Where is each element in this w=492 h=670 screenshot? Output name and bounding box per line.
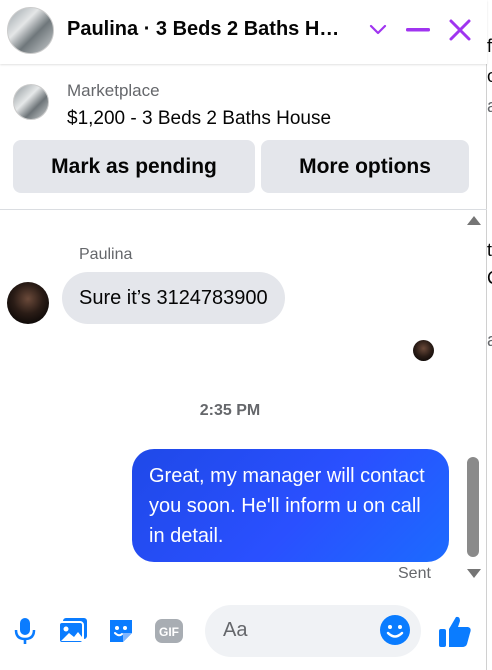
message-thread[interactable]: Paulina Sure it’s 3124783900 2:35 PM Gre… <box>0 211 462 591</box>
scrollbar-thumb[interactable] <box>467 457 479 557</box>
thumbs-up-icon[interactable] <box>436 613 474 651</box>
emoji-icon[interactable] <box>379 614 411 646</box>
photo-icon[interactable] <box>57 615 89 647</box>
more-options-button[interactable]: More options <box>261 140 469 193</box>
background-page: f o a t C a <box>487 0 492 670</box>
seen-receipt-avatar <box>413 340 434 361</box>
listing-thumbnail[interactable] <box>13 84 49 120</box>
chat-header: Paulina · 3 Beds 2 Baths H… <box>0 0 487 64</box>
scroll-up-arrow-icon[interactable] <box>467 216 481 225</box>
gif-icon[interactable]: GIF <box>153 615 185 647</box>
microphone-icon[interactable] <box>9 615 41 647</box>
message-input-placeholder: Aa <box>223 619 248 641</box>
background-text: o <box>487 66 492 87</box>
sender-avatar[interactable] <box>7 282 49 324</box>
minimize-icon[interactable] <box>404 16 432 44</box>
chevron-down-icon[interactable] <box>364 16 392 44</box>
background-text: f <box>487 36 492 56</box>
marketplace-banner: Marketplace $1,200 - 3 Beds 2 Baths Hous… <box>0 64 487 210</box>
incoming-message[interactable]: Sure it’s 3124783900 <box>62 272 285 324</box>
chat-title[interactable]: Paulina · 3 Beds 2 Baths H… <box>67 18 357 41</box>
sender-name: Paulina <box>79 246 133 263</box>
scrollbar[interactable] <box>462 211 484 591</box>
background-text: C <box>487 268 492 289</box>
message-input[interactable]: Aa <box>205 605 421 657</box>
outgoing-message[interactable]: Great, my manager will contact you soon.… <box>132 449 449 562</box>
message-composer: GIF Aa <box>0 596 487 670</box>
mark-as-pending-button[interactable]: Mark as pending <box>13 140 255 193</box>
background-text: a <box>487 96 492 117</box>
close-icon[interactable] <box>446 16 474 44</box>
chat-window: Paulina · 3 Beds 2 Baths H… Marketplace … <box>0 0 487 670</box>
listing-title[interactable]: $1,200 - 3 Beds 2 Baths House <box>67 108 331 130</box>
message-timestamp: 2:35 PM <box>199 402 261 419</box>
background-text: a <box>487 330 492 351</box>
delivery-status: Sent <box>398 565 431 582</box>
background-text: t <box>487 240 492 260</box>
scroll-down-arrow-icon[interactable] <box>467 569 481 578</box>
marketplace-label: Marketplace <box>67 81 160 100</box>
contact-avatar[interactable] <box>7 7 54 54</box>
svg-text:GIF: GIF <box>159 625 179 639</box>
sticker-icon[interactable] <box>105 615 137 647</box>
